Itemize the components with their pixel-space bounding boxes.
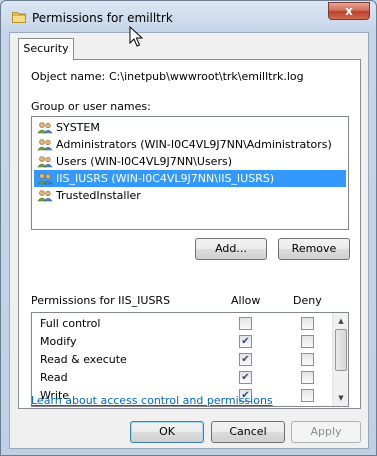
group-user-list[interactable]: SYSTEM Administrators (WIN-I0C4VL9J7NN\A… (31, 116, 349, 230)
object-name-value: C:\inetpub\wwwroot\trk\emilltrk.log (109, 70, 304, 83)
list-item[interactable]: TrustedInstaller (34, 187, 346, 204)
ok-button[interactable]: OK (130, 421, 204, 443)
permissions-label: Permissions for IIS_IUSRS (31, 294, 171, 307)
scrollbar-thumb[interactable] (335, 329, 347, 371)
permissions-dialog: Permissions for emilltrk x Security Obje… (0, 0, 377, 456)
permission-name: Read & execute (40, 353, 127, 366)
dialog-client-area: Security Object name: C:\inetpub\wwwroot… (9, 32, 369, 449)
close-icon: x (345, 4, 353, 18)
mouse-pointer-icon (129, 26, 143, 47)
security-tab-page: Object name: C:\inetpub\wwwroot\trk\emil… (18, 59, 361, 409)
list-item[interactable]: SYSTEM (34, 119, 346, 136)
users-icon (37, 173, 53, 185)
users-icon (37, 190, 53, 202)
users-icon (37, 139, 53, 151)
tab-label: Security (23, 42, 69, 55)
allow-column-header: Allow (231, 294, 261, 307)
deny-checkbox[interactable] (301, 389, 314, 402)
remove-button[interactable]: Remove (278, 238, 350, 260)
list-item-selected[interactable]: IIS_IUSRS (WIN-I0C4VL9J7NN\IIS_IUSRS) (34, 170, 346, 187)
add-button[interactable]: Add... (195, 238, 267, 260)
permission-name: Full control (40, 317, 101, 330)
permission-row: Read ✔ (32, 369, 332, 387)
close-button[interactable]: x (328, 2, 370, 20)
allow-checkbox[interactable]: ✔ (239, 371, 252, 384)
users-icon (37, 122, 53, 134)
scroll-down-icon[interactable]: ▼ (333, 390, 348, 406)
permissions-list[interactable]: Full control Modify ✔ Read & execute ✔ R… (31, 312, 349, 407)
permission-name: Read (40, 371, 68, 384)
permissions-scrollbar[interactable]: ▲ ▼ (332, 313, 348, 406)
deny-checkbox[interactable] (301, 317, 314, 330)
window-title: Permissions for emilltrk (32, 11, 173, 25)
access-control-help-link[interactable]: Learn about access control and permissio… (31, 394, 273, 407)
list-item-label: TrustedInstaller (56, 189, 141, 202)
deny-checkbox[interactable] (301, 353, 314, 366)
list-item[interactable]: Users (WIN-I0C4VL9J7NN\Users) (34, 153, 346, 170)
allow-checkbox[interactable]: ✔ (239, 353, 252, 366)
permission-name: Modify (40, 335, 77, 348)
apply-button[interactable]: Apply (291, 421, 361, 443)
group-names-label: Group or user names: (31, 100, 151, 113)
title-bar[interactable]: Permissions for emilltrk x (1, 1, 376, 33)
list-item-label: IIS_IUSRS (WIN-I0C4VL9J7NN\IIS_IUSRS) (56, 172, 275, 185)
deny-column-header: Deny (293, 294, 322, 307)
tab-security[interactable]: Security (18, 38, 74, 60)
cancel-button[interactable]: Cancel (211, 421, 285, 443)
permission-row: Modify ✔ (32, 333, 332, 351)
folder-icon (12, 12, 26, 23)
permission-row: Read & execute ✔ (32, 351, 332, 369)
users-icon (37, 156, 53, 168)
list-item[interactable]: Administrators (WIN-I0C4VL9J7NN\Administ… (34, 136, 346, 153)
allow-checkbox[interactable]: ✔ (239, 335, 252, 348)
list-item-label: Users (WIN-I0C4VL9J7NN\Users) (56, 155, 232, 168)
list-item-label: Administrators (WIN-I0C4VL9J7NN\Administ… (56, 138, 332, 151)
scroll-up-icon[interactable]: ▲ (333, 313, 348, 329)
list-item-label: SYSTEM (56, 121, 100, 134)
deny-checkbox[interactable] (301, 335, 314, 348)
allow-checkbox[interactable] (239, 317, 252, 330)
permission-row: Full control (32, 315, 332, 333)
deny-checkbox[interactable] (301, 371, 314, 384)
object-name-label: Object name: (31, 70, 106, 83)
